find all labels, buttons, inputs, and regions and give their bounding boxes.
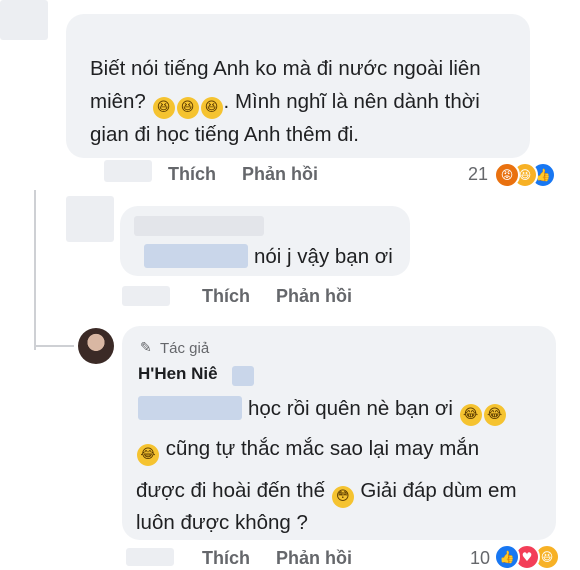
reply-button-1[interactable]: Phản hồi <box>242 164 318 185</box>
comment-3-line-3: được đi hoài đến thế 😳 Giải đáp dùm em <box>136 474 517 508</box>
comment-3-line-3b: Giải đáp dùm em <box>360 479 517 502</box>
blurred-timestamp-2 <box>122 286 170 306</box>
blurred-avatar-top <box>0 0 48 40</box>
comment-3-line-1-text: học rồi quên nè bạn ơi <box>248 397 453 420</box>
comment-1-line-2: miên? 😆 😆 😆. Mình nghĩ là nên dành thời <box>90 85 480 119</box>
like-button-1[interactable]: Thích <box>168 164 216 185</box>
author-avatar[interactable] <box>78 328 114 364</box>
blurred-timestamp-3 <box>126 548 174 566</box>
comment-3-line-2: 😂 cũng tự thắc mắc sao lại may mắn <box>136 432 479 466</box>
blurred-avatar-2 <box>66 196 114 242</box>
crying-laughing-emoji: 😂 <box>459 404 482 426</box>
thread-branch <box>34 345 74 347</box>
crying-laughing-emoji: 😂 <box>483 404 506 426</box>
comment-3-line-1: học rồi quên nè bạn ơi 😂 😂 <box>248 392 507 426</box>
angry-reaction-icon: 😡 <box>494 162 520 188</box>
blurred-mention-3 <box>138 396 242 420</box>
comment-3-line-2-text: cũng tự thắc mắc sao lại may mắn <box>165 437 480 460</box>
comment-1-line-2-text: miên? <box>90 90 146 113</box>
comment-1-line-1: Biết nói tiếng Anh ko mà đi nước ngoài l… <box>90 57 481 80</box>
author-name[interactable]: H'Hen Niê <box>138 364 218 384</box>
laughing-emoji: 😆 <box>176 97 199 119</box>
comment-2-text: nói j vậy bạn ơi <box>254 245 393 268</box>
reaction-count-1[interactable]: 21 <box>468 164 488 185</box>
like-reaction-icon: 👍 <box>494 544 520 570</box>
comment-1-line-3: gian đi học tiếng Anh thêm đi. <box>90 123 359 146</box>
blurred-name-2 <box>134 216 264 236</box>
crying-laughing-emoji: 😂 <box>137 444 159 466</box>
blurred-mention-2 <box>144 244 248 268</box>
blurred-verified-badge <box>232 366 254 386</box>
comment-3-line-4: luôn được không ? <box>136 511 308 534</box>
author-tag: Tác giả <box>160 340 210 357</box>
reply-button-2[interactable]: Phản hồi <box>276 286 352 307</box>
pencil-icon: ✎ <box>140 340 152 356</box>
laughing-emoji: 😆 <box>152 97 175 119</box>
blurred-timestamp-1 <box>104 160 152 182</box>
thread-line <box>34 190 36 350</box>
comment-3-line-3-text: được đi hoài đến thế <box>136 479 326 502</box>
laughing-emoji: 😆 <box>200 97 223 119</box>
flushed-emoji: 😳 <box>331 486 354 508</box>
like-button-2[interactable]: Thích <box>202 286 250 307</box>
comment-1-line-2b: . Mình nghĩ là nên dành thời <box>223 90 480 113</box>
